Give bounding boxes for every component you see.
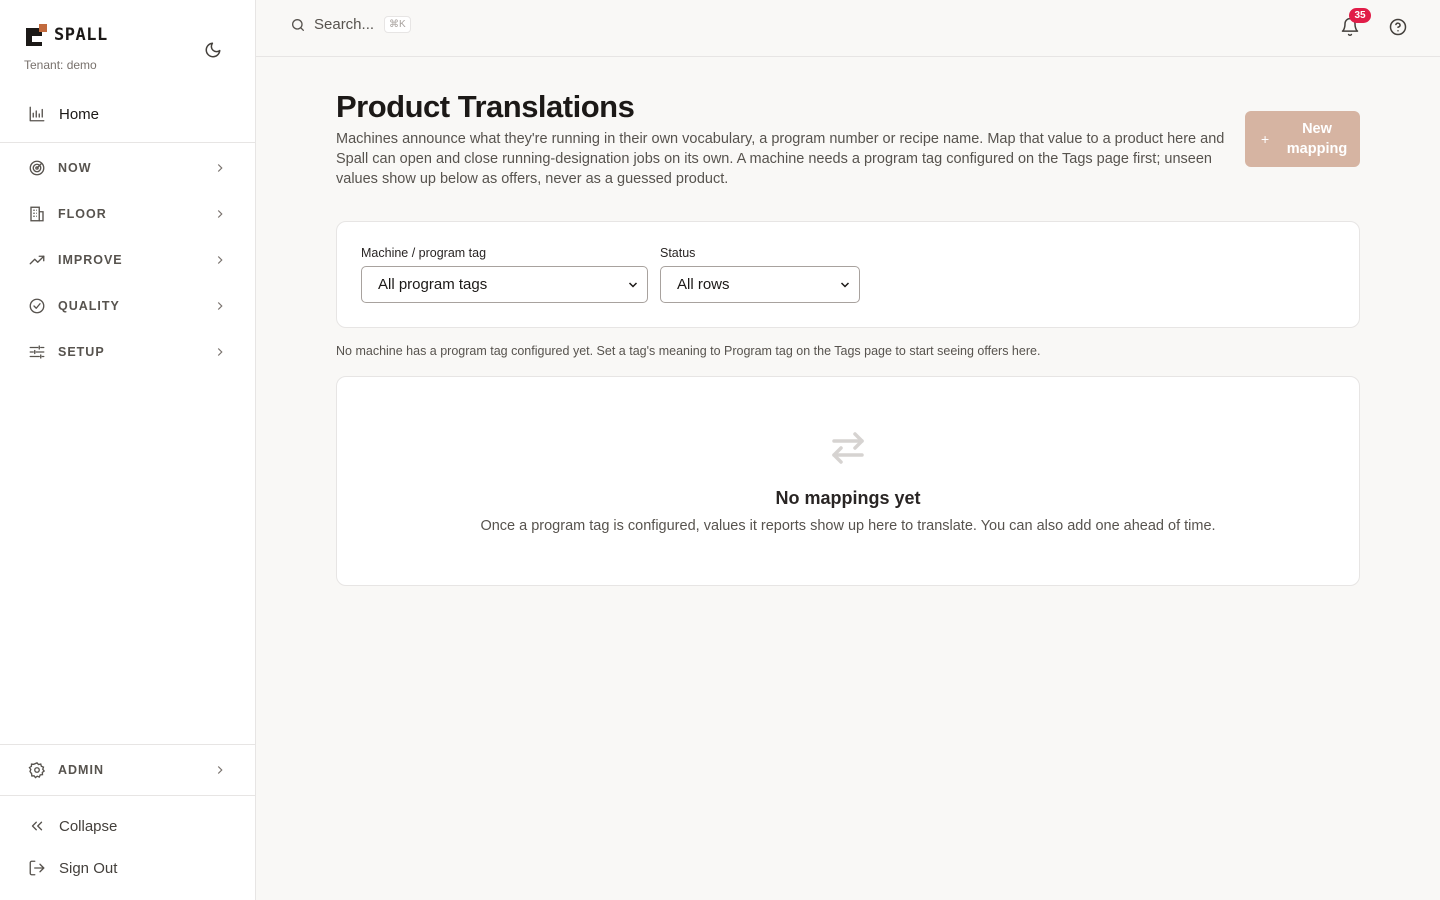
moon-icon	[205, 42, 221, 58]
machine-program-tag-select[interactable]: All program tags	[361, 266, 648, 303]
collapse-label: Collapse	[59, 817, 118, 835]
sidebar-group-label: FLOOR	[58, 207, 107, 221]
keyboard-shortcut-hint: ⌘K	[384, 16, 411, 33]
status-select-value: All rows	[677, 276, 730, 293]
chevron-right-icon	[217, 210, 223, 218]
search-icon	[292, 18, 304, 31]
sliders-icon	[28, 343, 46, 361]
help-button[interactable]	[1388, 17, 1410, 39]
trending-up-icon	[28, 251, 46, 269]
chevron-right-icon	[217, 766, 223, 774]
sidebar: SPALL Tenant: demo Home NOW FLOOR IMPROV…	[0, 0, 256, 900]
empty-state-card: No mappings yet Once a program tag is co…	[336, 376, 1360, 586]
sign-out-button[interactable]: Sign Out	[0, 848, 255, 888]
filter-card: Machine / program tag All program tags S…	[336, 221, 1360, 328]
logo-icon	[26, 24, 48, 46]
sidebar-group-quality[interactable]: QUALITY	[0, 286, 255, 326]
check-circle-icon	[28, 297, 46, 315]
notification-count-badge: 35	[1349, 8, 1371, 23]
divider	[0, 744, 255, 745]
sidebar-item-label: Home	[59, 105, 100, 123]
brand-name: SPALL	[54, 25, 108, 45]
theme-toggle-button[interactable]	[202, 39, 224, 61]
arrows-swap-icon	[832, 432, 864, 464]
sidebar-group-label: SETUP	[58, 345, 105, 359]
page-title: Product Translations	[336, 89, 635, 124]
help-circle-icon	[1389, 18, 1407, 36]
sidebar-group-admin[interactable]: ADMIN	[0, 750, 255, 790]
empty-state-title: No mappings yet	[775, 488, 921, 508]
sidebar-group-label: NOW	[58, 161, 92, 175]
search-input[interactable]: Search... ⌘K	[290, 16, 411, 33]
building-icon	[28, 205, 46, 223]
machine-filter-label: Machine / program tag	[361, 246, 487, 260]
new-mapping-label: New mapping	[1286, 121, 1348, 157]
chevron-right-icon	[217, 302, 223, 310]
top-bar: Search... ⌘K 35	[256, 0, 1440, 57]
status-select[interactable]: All rows	[660, 266, 860, 303]
empty-state-text: Once a program tag is configured, values…	[480, 518, 1216, 534]
plus-icon: +	[1261, 131, 1270, 147]
sidebar-group-setup[interactable]: SETUP	[0, 332, 255, 372]
chevron-down-icon	[628, 282, 638, 288]
tenant-label: Tenant: demo	[24, 58, 97, 72]
chevron-right-icon	[217, 256, 223, 264]
sidebar-group-improve[interactable]: IMPROVE	[0, 240, 255, 280]
gear-icon	[28, 761, 46, 779]
page-description: Machines announce what they're running i…	[336, 131, 1225, 187]
chevron-right-icon	[217, 348, 223, 356]
chevron-down-icon	[840, 282, 850, 288]
sidebar-item-home[interactable]: Home	[0, 92, 255, 136]
machine-select-value: All program tags	[378, 276, 488, 293]
new-mapping-button[interactable]: + New mapping	[1245, 111, 1360, 167]
sidebar-group-floor[interactable]: FLOOR	[0, 194, 255, 234]
collapse-sidebar-button[interactable]: Collapse	[0, 806, 255, 846]
brand-logo[interactable]: SPALL	[26, 24, 108, 46]
radar-icon	[28, 159, 46, 177]
chevrons-left-icon	[31, 821, 43, 831]
chevron-right-icon	[217, 164, 223, 172]
sidebar-group-label: ADMIN	[58, 763, 104, 777]
search-placeholder: Search...	[314, 16, 375, 33]
logout-icon	[29, 860, 45, 876]
program-tag-hint: No machine has a program tag configured …	[336, 344, 1041, 358]
status-filter-label: Status	[660, 246, 696, 260]
chart-icon	[29, 106, 45, 122]
sidebar-group-label: IMPROVE	[58, 253, 123, 267]
sidebar-group-now[interactable]: NOW	[0, 148, 255, 188]
divider	[0, 795, 255, 796]
divider	[0, 142, 255, 143]
sign-out-label: Sign Out	[59, 859, 118, 877]
sidebar-group-label: QUALITY	[58, 299, 120, 313]
